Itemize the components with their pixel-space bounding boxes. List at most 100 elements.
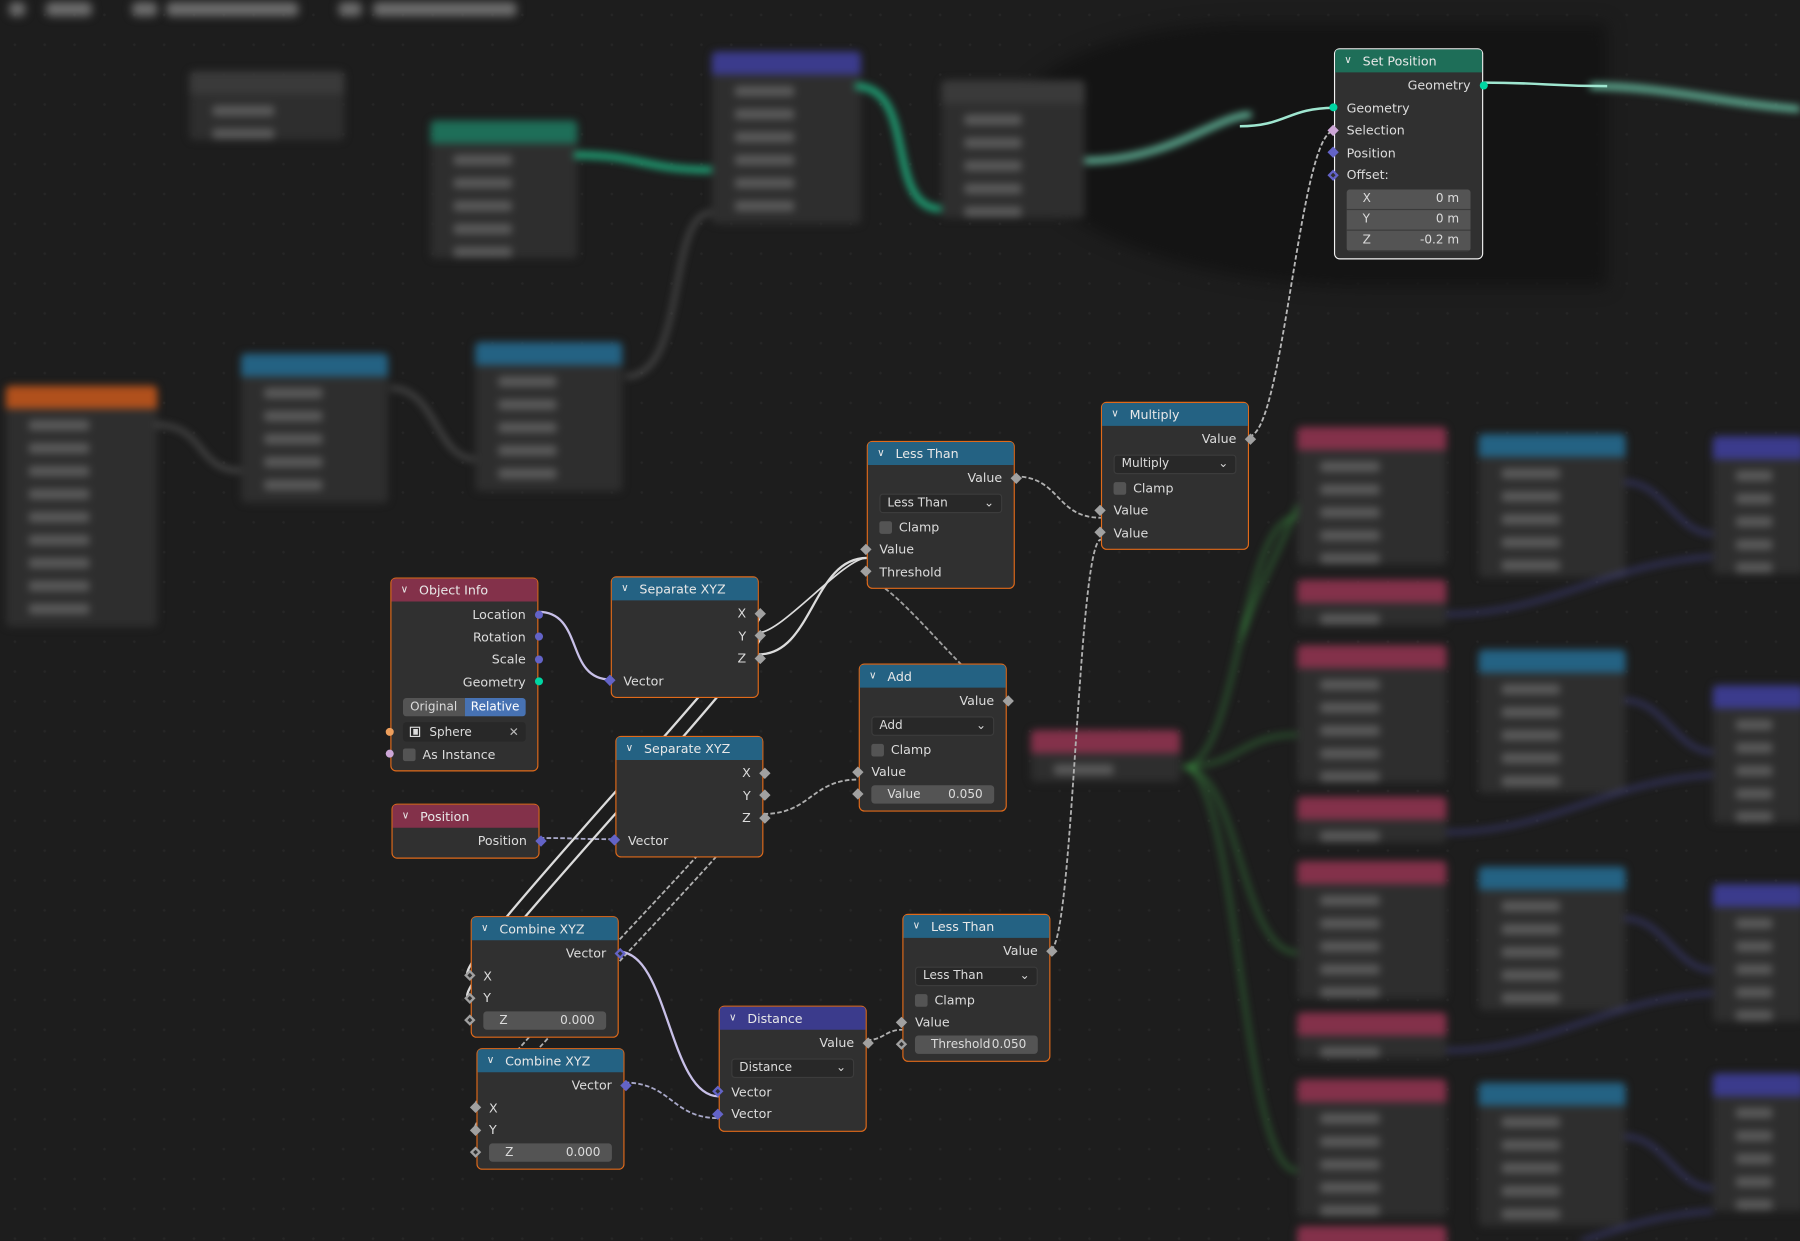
socket-label: Vector [571, 1078, 612, 1094]
field-value: -0.2 m [1420, 233, 1460, 247]
node-body: Value Add ⌄ Clamp Value Value 0.050 [852, 688, 1013, 811]
dropdown-value: Less Than [887, 495, 948, 510]
threshold-field[interactable]: Threshold 0.050 [914, 1035, 1038, 1055]
node-combine-xyz-1[interactable]: ∨ Combine XYZ Vector X Y Z 0.000 [464, 916, 625, 1038]
collapse-chevron-icon[interactable]: ∨ [487, 1055, 498, 1066]
socket-label: X [742, 766, 751, 781]
geometry-socket[interactable] [1329, 103, 1338, 112]
socket-label: Value [1201, 431, 1237, 447]
node-header[interactable]: ∨ Add [859, 664, 1006, 688]
checkbox-label: Clamp [898, 519, 940, 535]
node-body: Location Rotation Scale Geometry Original Rel… [385, 602, 544, 771]
socket-label: Vector [731, 1084, 772, 1100]
location-socket[interactable] [534, 610, 544, 619]
node-editor-canvas[interactable]: ∨ Set Position Geometry Geometry Selection Po… [0, 0, 1800, 1241]
node-header[interactable]: ∨ Object Info [391, 578, 538, 602]
collapse-chevron-icon[interactable]: ∨ [1344, 55, 1355, 66]
node-header[interactable]: ∨ Less Than [903, 914, 1050, 938]
node-body: Position [393, 828, 546, 857]
socket-label: Value [967, 470, 1003, 486]
socket-label: Y [743, 788, 751, 804]
chevron-down-icon: ⌄ [976, 718, 987, 733]
input-geometry: Geometry [1329, 97, 1482, 119]
output-scale: Scale [391, 649, 544, 671]
collapse-chevron-icon[interactable]: ∨ [481, 923, 492, 934]
offset-x-field[interactable]: X 0 m [1346, 188, 1471, 210]
object-row: Sphere ✕ [385, 721, 537, 743]
output-y: Y [612, 625, 765, 647]
value-field[interactable]: Value 0.050 [871, 785, 995, 804]
node-set-position[interactable]: ∨ Set Position Geometry Geometry Selection Po… [1327, 48, 1488, 259]
collapse-chevron-icon[interactable]: ∨ [913, 921, 924, 932]
socket-label: Offset: [1346, 167, 1389, 183]
clamp-checkbox[interactable] [879, 520, 892, 534]
node-add[interactable]: ∨ Add Value Add ⌄ Clamp Value Value 0.050 [852, 663, 1013, 812]
socket-label: Value [819, 1035, 855, 1051]
transform-space-relative[interactable]: Relative [464, 697, 526, 717]
node-less-than-1[interactable]: ∨ Less Than Value Less Than ⌄ Clamp Value Thres… [860, 440, 1021, 589]
field-value: 0 m [1435, 212, 1460, 227]
output-z: Z [612, 647, 765, 669]
object-selector[interactable]: Sphere ✕ [402, 722, 526, 742]
output-geometry: Geometry [391, 671, 544, 693]
transform-space-original[interactable]: Original [402, 697, 465, 717]
operation-dropdown[interactable]: Distance ⌄ [731, 1057, 855, 1078]
node-less-than-2[interactable]: ∨ Less Than Value Less Than ⌄ Clamp Value Thres… [896, 913, 1057, 1062]
operation-dropdown[interactable]: Add ⌄ [871, 715, 995, 736]
offset-z-field[interactable]: Z -0.2 m [1346, 230, 1471, 251]
collapse-chevron-icon[interactable]: ∨ [402, 810, 413, 821]
operation-dropdown[interactable]: Multiply ⌄ [1113, 454, 1237, 474]
node-position[interactable]: ∨ Position Position [391, 803, 546, 859]
clamp-checkbox[interactable] [1113, 481, 1127, 495]
collapse-chevron-icon[interactable]: ∨ [621, 583, 632, 594]
operation-row: Distance ⌄ [720, 1054, 866, 1080]
node-header[interactable]: ∨ Less Than [867, 441, 1014, 465]
clamp-checkbox[interactable] [871, 743, 884, 757]
node-header[interactable]: ∨ Distance [719, 1006, 866, 1030]
collapse-chevron-icon[interactable]: ∨ [877, 448, 888, 459]
node-title: Add [887, 668, 912, 684]
node-title: Multiply [1129, 406, 1180, 422]
node-body: Value Multiply ⌄ Clamp Value Value [1094, 426, 1256, 549]
node-distance[interactable]: ∨ Distance Value Distance ⌄ Vector Vector [712, 1005, 873, 1132]
node-header[interactable]: ∨ Set Position [1335, 49, 1483, 73]
dropdown-value: Less Than [922, 968, 984, 983]
node-header[interactable]: ∨ Combine XYZ [477, 1049, 624, 1073]
collapse-chevron-icon[interactable]: ∨ [729, 1013, 740, 1024]
operation-dropdown[interactable]: Less Than ⌄ [914, 966, 1038, 986]
input-x: X [470, 1097, 624, 1119]
collapse-chevron-icon[interactable]: ∨ [626, 743, 637, 754]
offset-y-field[interactable]: Y 0 m [1346, 209, 1471, 231]
z-field[interactable]: Z 0.000 [489, 1143, 612, 1163]
node-separate-xyz-2[interactable]: ∨ Separate XYZ X Y Z Vector [609, 735, 770, 858]
clear-icon[interactable]: ✕ [509, 725, 519, 739]
clamp-checkbox[interactable] [914, 993, 928, 1007]
input-selection: Selection [1327, 119, 1482, 141]
z-input-row: Z 0.000 [470, 1142, 624, 1164]
z-field[interactable]: Z 0.000 [483, 1011, 607, 1031]
node-multiply[interactable]: ∨ Multiply Value Multiply ⌄ Clamp Value Value [1094, 401, 1256, 550]
output-value: Value [868, 467, 1021, 489]
node-header[interactable]: ∨ Multiply [1102, 402, 1248, 426]
operation-dropdown[interactable]: Less Than ⌄ [879, 493, 1003, 513]
output-location: Location [391, 604, 544, 626]
node-header[interactable]: ∨ Combine XYZ [471, 917, 618, 941]
node-link [758, 557, 867, 634]
geometry-socket[interactable] [1479, 81, 1488, 90]
node-header[interactable]: ∨ Separate XYZ [616, 737, 763, 760]
scale-socket[interactable] [534, 655, 544, 664]
input-y: Y [464, 987, 618, 1009]
node-title: Less Than [895, 445, 959, 461]
collapse-chevron-icon[interactable]: ∨ [401, 584, 412, 595]
node-header[interactable]: ∨ Position [392, 804, 539, 828]
node-separate-xyz-1[interactable]: ∨ Separate XYZ X Y Z Vector [604, 576, 765, 698]
as-instance-checkbox[interactable] [402, 748, 416, 761]
node-object-info[interactable]: ∨ Object Info Location Rotation Scale Geometr… [385, 577, 544, 772]
as-instance-socket[interactable] [385, 749, 394, 758]
object-socket[interactable] [385, 727, 394, 736]
collapse-chevron-icon[interactable]: ∨ [869, 670, 880, 681]
socket-label: Value [879, 542, 915, 558]
node-header[interactable]: ∨ Separate XYZ [611, 577, 758, 601]
node-combine-xyz-2[interactable]: ∨ Combine XYZ Vector X Y Z 0.000 [470, 1048, 631, 1170]
collapse-chevron-icon[interactable]: ∨ [1111, 409, 1122, 420]
